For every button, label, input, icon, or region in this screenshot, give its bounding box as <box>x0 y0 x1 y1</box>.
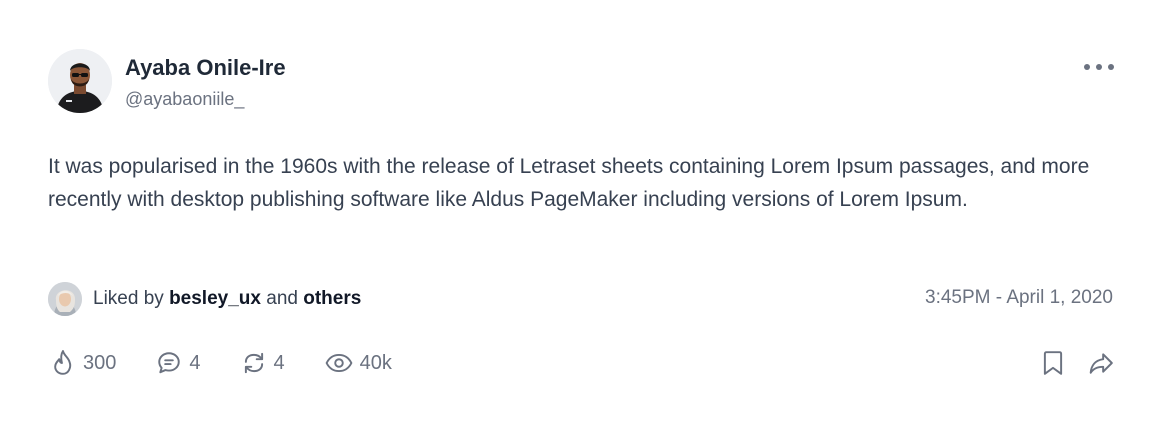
repost-button[interactable]: 4 <box>241 350 285 376</box>
views-count: 40k <box>359 351 392 374</box>
post-text: It was popularised in the 1960s with the… <box>48 155 1090 211</box>
liked-by-others[interactable]: others <box>303 288 361 309</box>
secondary-actions <box>1042 350 1114 376</box>
more-dot <box>1108 64 1114 70</box>
repost-count: 4 <box>273 351 285 374</box>
post-header: Ayaba Onile-Ire @ayabaoniile_ <box>48 49 286 113</box>
flame-icon <box>54 350 72 375</box>
author-identity: Ayaba Onile-Ire @ayabaoniile_ <box>125 53 286 110</box>
bookmark-icon[interactable] <box>1042 350 1064 376</box>
repost-icon <box>244 352 263 374</box>
liker-avatar <box>48 282 82 316</box>
author-name[interactable]: Ayaba Onile-Ire <box>125 55 286 81</box>
more-dot <box>1096 64 1102 70</box>
flame-count: 300 <box>83 351 117 374</box>
flame-button[interactable]: 300 <box>50 348 116 378</box>
comment-icon <box>158 352 181 374</box>
liked-by-user[interactable]: besley_ux <box>169 288 261 309</box>
comment-count: 4 <box>189 351 201 374</box>
views-button[interactable]: 40k <box>325 350 392 376</box>
liked-by-text: Liked by besley_ux and others <box>93 288 361 310</box>
action-bar: 300 4 4 40k <box>50 348 432 378</box>
share-icon[interactable] <box>1088 350 1114 376</box>
author-handle[interactable]: @ayabaoniile_ <box>125 88 286 110</box>
liked-by-prefix: Liked by <box>93 288 164 309</box>
comment-button[interactable]: 4 <box>156 350 201 376</box>
post-timestamp: 3:45PM - April 1, 2020 <box>925 287 1113 308</box>
more-dot <box>1084 64 1090 70</box>
liked-by-conjunction: and <box>266 288 298 309</box>
eye-icon <box>325 353 352 373</box>
liked-by-row[interactable]: Liked by besley_ux and others <box>48 282 361 316</box>
post-card: Ayaba Onile-Ire @ayabaoniile_ It was pop… <box>0 0 1160 428</box>
author-avatar[interactable] <box>48 49 112 113</box>
more-options-icon[interactable] <box>1084 57 1114 77</box>
